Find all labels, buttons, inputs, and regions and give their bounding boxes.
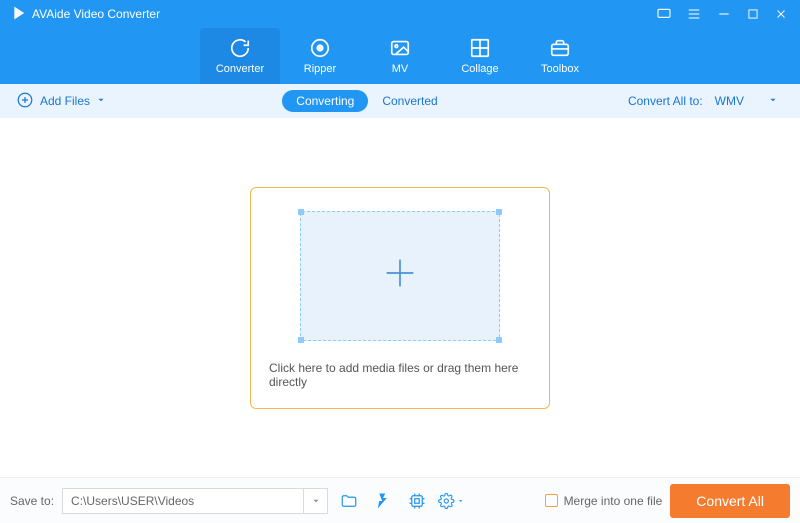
close-icon[interactable] xyxy=(774,7,788,21)
play-icon xyxy=(12,6,26,23)
feedback-icon[interactable] xyxy=(656,6,672,22)
chevron-down-icon xyxy=(768,94,778,108)
format-value: WMV xyxy=(715,94,744,108)
open-folder-button[interactable] xyxy=(336,488,362,514)
plus-circle-icon xyxy=(16,91,34,112)
tab-toolbox[interactable]: Toolbox xyxy=(520,28,600,84)
menu-icon[interactable] xyxy=(686,6,702,22)
tab-label: Converter xyxy=(216,63,264,75)
tab-label: Collage xyxy=(461,63,498,75)
plus-icon xyxy=(380,253,420,298)
drop-target xyxy=(300,211,500,341)
bottom-bar: Save to: C:\Users\USER\Videos Merge into… xyxy=(0,477,800,523)
checkbox-icon xyxy=(545,494,558,507)
app-title: AVAide Video Converter xyxy=(32,7,160,21)
format-select[interactable]: WMV xyxy=(709,90,784,112)
dropzone-text: Click here to add media files or drag th… xyxy=(269,361,531,389)
tab-ripper[interactable]: Ripper xyxy=(280,28,360,84)
nav-tabs: Converter Ripper MV Collage Toolbox xyxy=(0,28,800,84)
convert-all-button[interactable]: Convert All xyxy=(670,484,790,518)
window-controls xyxy=(656,6,788,22)
tab-converter[interactable]: Converter xyxy=(200,28,280,84)
ripper-icon xyxy=(309,37,331,59)
collage-icon xyxy=(469,37,491,59)
tab-label: MV xyxy=(392,63,409,75)
convert-all-to: Convert All to: WMV xyxy=(628,90,784,112)
add-files-button[interactable]: Add Files xyxy=(16,91,106,112)
app-logo: AVAide Video Converter xyxy=(12,6,160,23)
merge-label: Merge into one file xyxy=(564,494,663,508)
save-path: C:\Users\USER\Videos xyxy=(63,494,303,508)
gpu-button[interactable] xyxy=(404,488,430,514)
dropzone[interactable]: Click here to add media files or drag th… xyxy=(250,187,550,409)
tab-collage[interactable]: Collage xyxy=(440,28,520,84)
convert-all-to-label: Convert All to: xyxy=(628,94,703,108)
save-to-label: Save to: xyxy=(10,494,54,508)
pill-converting[interactable]: Converting xyxy=(282,90,368,112)
maximize-icon[interactable] xyxy=(746,7,760,21)
add-files-label: Add Files xyxy=(40,94,90,108)
tab-mv[interactable]: MV xyxy=(360,28,440,84)
path-dropdown-button[interactable] xyxy=(303,489,327,513)
minimize-icon[interactable] xyxy=(716,6,732,22)
settings-button[interactable] xyxy=(438,488,464,514)
save-path-select: C:\Users\USER\Videos xyxy=(62,488,328,514)
converter-icon xyxy=(229,37,251,59)
chevron-down-icon xyxy=(96,94,106,108)
titlebar: AVAide Video Converter xyxy=(0,0,800,28)
merge-checkbox[interactable]: Merge into one file xyxy=(545,494,663,508)
mv-icon xyxy=(389,37,411,59)
pill-converted[interactable]: Converted xyxy=(368,90,451,112)
main-area: Click here to add media files or drag th… xyxy=(0,118,800,477)
status-tabs: Converting Converted xyxy=(282,90,451,112)
tab-label: Ripper xyxy=(304,63,336,75)
toolbox-icon xyxy=(549,37,571,59)
options-bar: Add Files Converting Converted Convert A… xyxy=(0,84,800,118)
tab-label: Toolbox xyxy=(541,63,579,75)
speed-button[interactable] xyxy=(370,488,396,514)
